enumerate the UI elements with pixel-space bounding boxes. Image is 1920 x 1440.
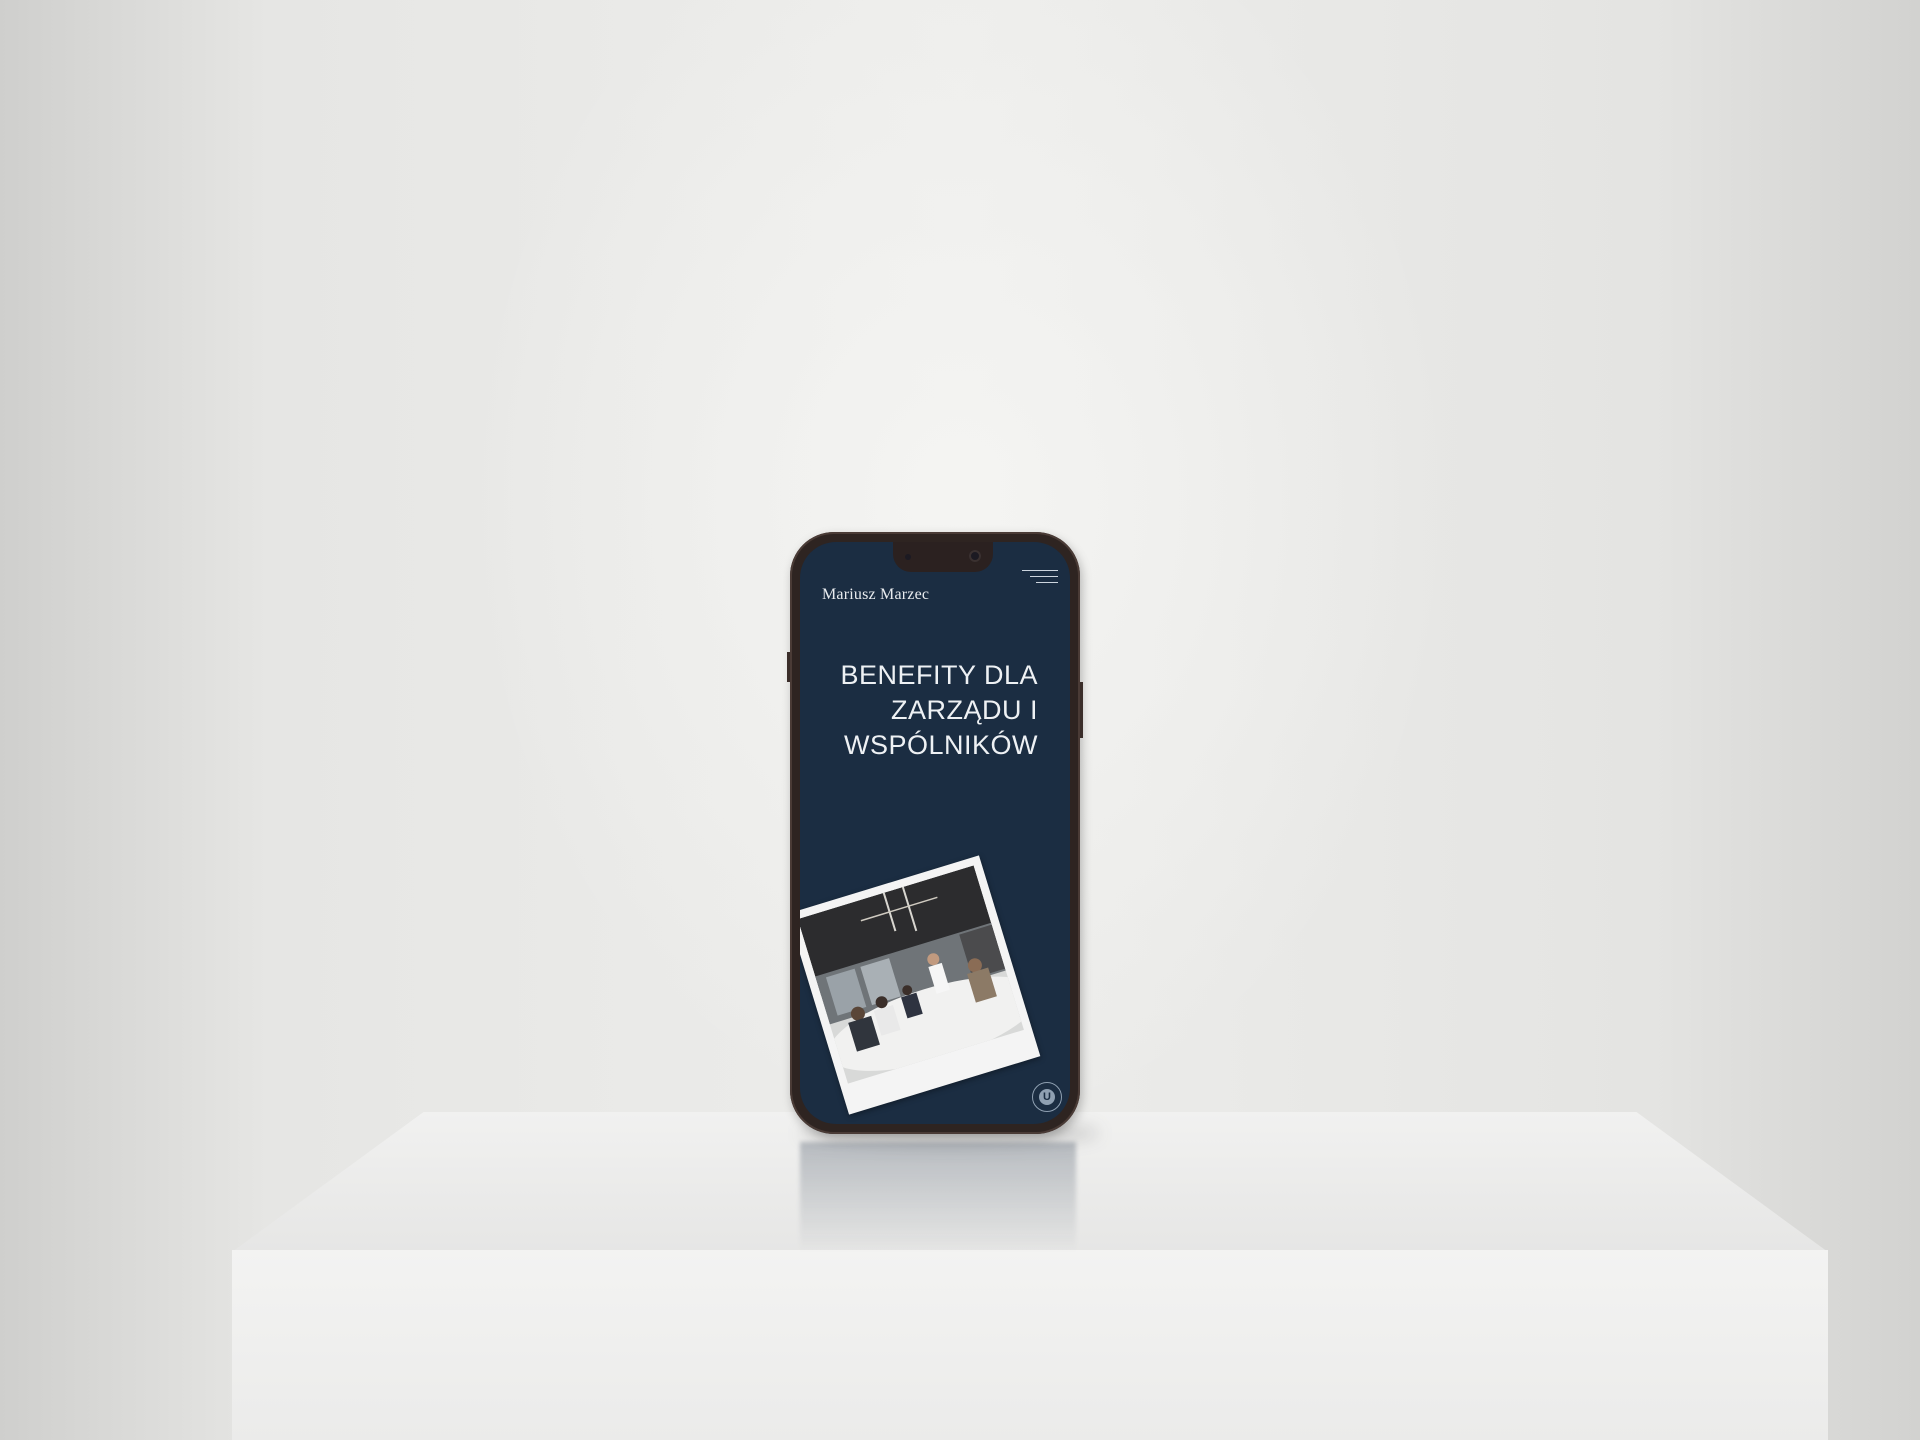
phone-screen: Mariusz Marzec BENEFITY DLA ZARZĄDU I WS… <box>800 542 1070 1124</box>
smartphone: Mariusz Marzec BENEFITY DLA ZARZĄDU I WS… <box>787 532 1083 1134</box>
hero-title-line-3: WSPÓLNIKÓW <box>843 730 1038 760</box>
hero-title-line-2: ZARZĄDU I <box>890 695 1038 725</box>
meeting-room-illustration <box>800 865 1024 1071</box>
phone-notch <box>893 542 993 572</box>
brand-logo-text[interactable]: Mariusz Marzec <box>822 586 929 604</box>
phone-reflection <box>800 1142 1076 1252</box>
sensor-icon <box>905 554 911 560</box>
meeting-photo-image <box>800 865 1024 1084</box>
side-button-left <box>787 652 790 682</box>
pedestal-front <box>232 1250 1828 1440</box>
hero-title-line-1: BENEFITY DLA <box>840 660 1038 690</box>
meeting-photo <box>800 855 1041 1115</box>
hamburger-menu-icon[interactable] <box>1020 566 1058 588</box>
camera-icon <box>969 550 981 562</box>
scroll-down-icon: U <box>1039 1089 1055 1105</box>
side-button-right <box>1080 682 1083 738</box>
scroll-down-button[interactable]: U <box>1032 1082 1062 1112</box>
hero-title: BENEFITY DLA ZARZĄDU I WSPÓLNIKÓW <box>808 658 1038 763</box>
